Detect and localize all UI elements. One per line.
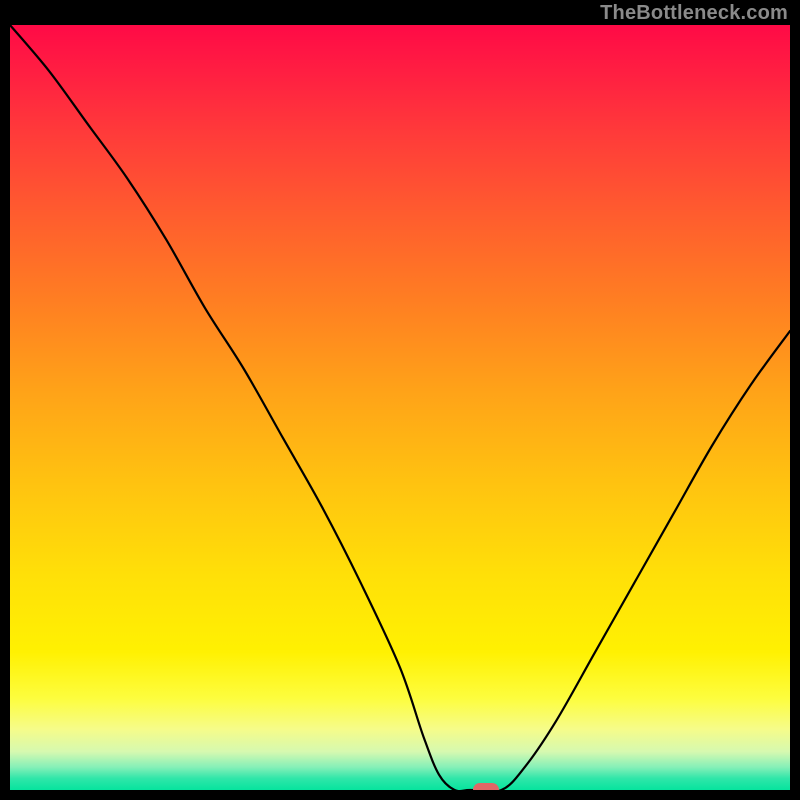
curve-svg: [10, 25, 790, 790]
plot-area: [10, 25, 790, 790]
chart-frame: TheBottleneck.com: [0, 0, 800, 800]
optimal-marker: [473, 783, 499, 790]
watermark-text: TheBottleneck.com: [600, 2, 788, 25]
bottleneck-curve: [10, 25, 790, 790]
